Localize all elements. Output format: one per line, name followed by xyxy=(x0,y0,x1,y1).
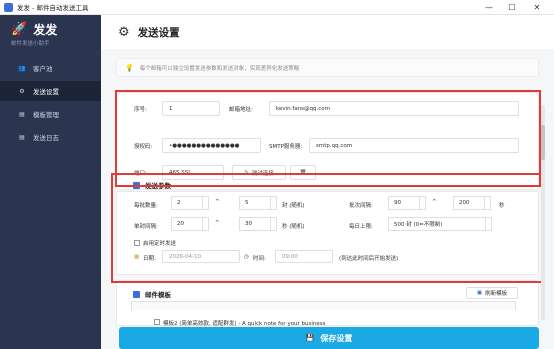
maximize-button[interactable]: ☐ xyxy=(501,0,523,15)
users-icon: 👥 xyxy=(18,64,26,72)
log-icon: ▤ xyxy=(19,133,25,141)
template-title-text: 邮件模板 xyxy=(145,291,171,299)
settings-gear-icon: ⚙ xyxy=(118,24,130,40)
sidebar-item-label: 模板管理 xyxy=(33,111,59,119)
page-title: 发送设置 xyxy=(137,26,180,39)
sidebar-item-label: 发送设置 xyxy=(33,88,59,96)
save-settings-button[interactable]: 💾 保存设置 xyxy=(119,327,539,349)
refresh-icon: ▣ xyxy=(476,290,483,296)
brand-name: 发发 xyxy=(33,23,58,37)
sidebar-item-send-log[interactable]: ▤ 发送日志 xyxy=(0,127,101,147)
brand: 🚀 发发 邮件发送小助手 xyxy=(0,15,101,57)
app-icon xyxy=(4,2,13,12)
gear-icon: ⚙ xyxy=(19,87,25,95)
tip-banner: 💡 每个邮箱可以独立设置发送参数和发送对象，实现差异化发送策略 xyxy=(116,58,539,77)
template-item-label[interactable]: 模板2 (简单高效款, 适配群发) - A quick note for you… xyxy=(163,319,326,327)
close-button[interactable]: ✕ xyxy=(526,0,548,15)
template-icon xyxy=(133,290,140,298)
sidebar-item-customers[interactable]: 👥 客户池 xyxy=(0,58,101,78)
lightbulb-icon: 💡 xyxy=(125,63,134,72)
minimize-button[interactable]: — xyxy=(478,0,500,15)
save-disk-icon: 💾 xyxy=(305,334,315,342)
page-header: ⚙ 发送设置 xyxy=(101,15,554,49)
window-title: 发发 - 邮件自动发送工具 xyxy=(17,4,89,12)
rocket-icon: 🚀 xyxy=(11,22,28,37)
save-settings-label: 保存设置 xyxy=(320,333,353,343)
highlight-params xyxy=(111,173,543,283)
main-panel: ⚙ 发送设置 💡 每个邮箱可以独立设置发送参数和发送对象，实现差异化发送策略 序… xyxy=(101,15,554,349)
sidebar-item-label: 发送日志 xyxy=(33,134,59,142)
scrollbar-thumb[interactable] xyxy=(541,125,545,160)
sidebar: 🚀 发发 邮件发送小助手 👥 客户池 ⚙ 发送设置 ▤ 模板管理 ▤ 发送日志 xyxy=(0,15,101,349)
template-checkbox[interactable] xyxy=(154,319,160,325)
sidebar-item-send-settings[interactable]: ⚙ 发送设置 xyxy=(0,81,101,101)
window-titlebar: 发发 - 邮件自动发送工具 — ☐ ✕ xyxy=(0,0,554,15)
template-title: 邮件模板 xyxy=(133,289,171,299)
template-icon: ▤ xyxy=(19,110,25,118)
brand-subtitle: 邮件发送小助手 xyxy=(11,41,50,47)
template-list-header xyxy=(131,301,516,310)
refresh-templates-label: 刷新模板 xyxy=(485,291,508,297)
refresh-templates-button[interactable]: ▣ 刷新模板 xyxy=(466,287,518,299)
tip-text: 每个邮箱可以独立设置发送参数和发送对象，实现差异化发送策略 xyxy=(139,65,300,72)
sidebar-item-templates[interactable]: ▤ 模板管理 xyxy=(0,104,101,124)
sidebar-item-label: 客户池 xyxy=(33,65,53,73)
